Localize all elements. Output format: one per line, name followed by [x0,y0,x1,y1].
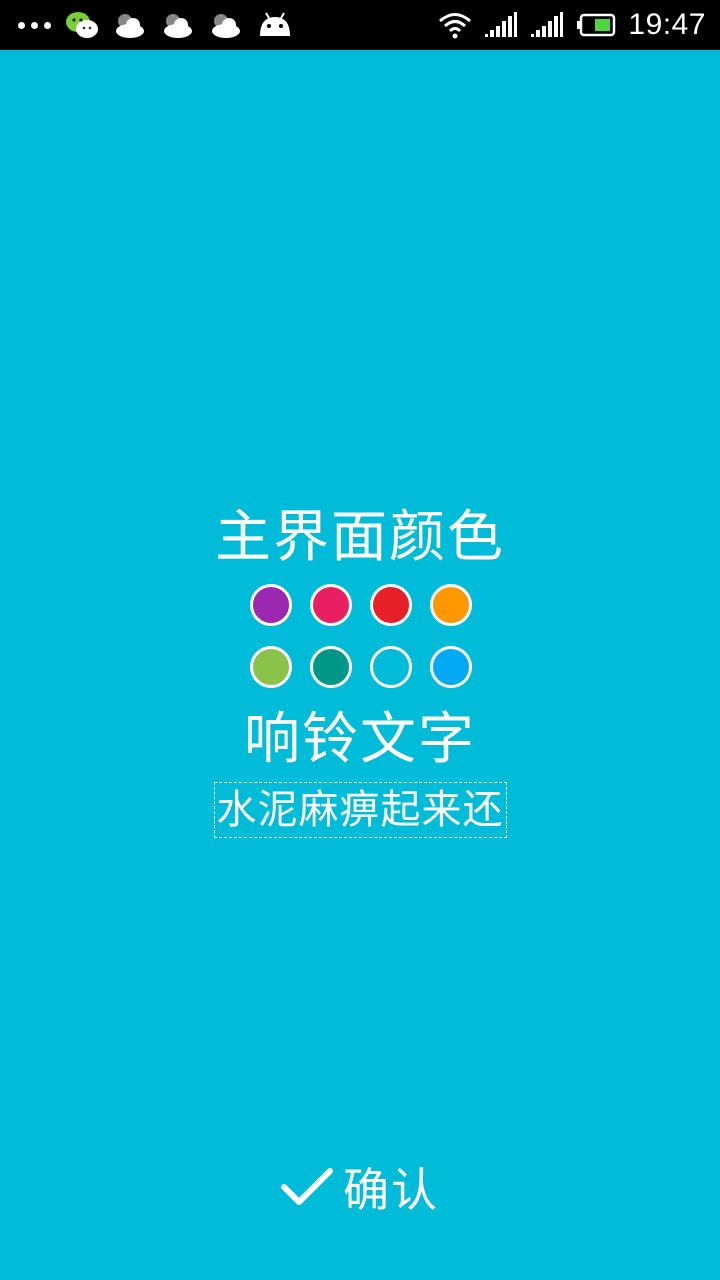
color-swatch-grid [240,584,480,688]
theme-color-title: 主界面颜色 [215,505,505,570]
weather-cloudy-icon [116,14,144,38]
signal-icon [485,12,518,37]
ring-text-title: 响铃文字 [244,707,476,772]
color-swatch[interactable] [250,646,292,688]
more-dots-icon [18,21,51,29]
system-icons: 19:47 [438,0,706,50]
color-swatch[interactable] [310,584,352,626]
android-icon [260,12,290,36]
color-swatch[interactable] [250,584,292,626]
confirm-label: 确认 [343,1163,439,1217]
wifi-icon [439,13,472,39]
color-swatch[interactable] [310,646,352,688]
weather-cloudy-icon [212,14,240,38]
screen: 19:47 主界面颜色 响铃文字 水泥麻痹起来还 确认 [0,0,720,1280]
color-swatch[interactable] [430,584,472,626]
color-swatch[interactable] [370,584,412,626]
confirm-button[interactable]: 确认 [0,1152,720,1222]
checkmark-icon [281,1168,333,1205]
wechat-icon [66,12,98,38]
status-bar: 19:47 [0,0,720,50]
settings-panel: 主界面颜色 响铃文字 水泥麻痹起来还 [0,500,720,838]
color-swatch[interactable] [430,646,472,688]
notification-icons [18,0,293,50]
color-swatch[interactable] [370,646,412,688]
status-time: 19:47 [628,8,706,41]
battery-icon [577,13,616,37]
ring-text-input[interactable]: 水泥麻痹起来还 [213,782,507,838]
weather-cloudy-icon [164,14,192,38]
signal-icon [531,12,564,37]
